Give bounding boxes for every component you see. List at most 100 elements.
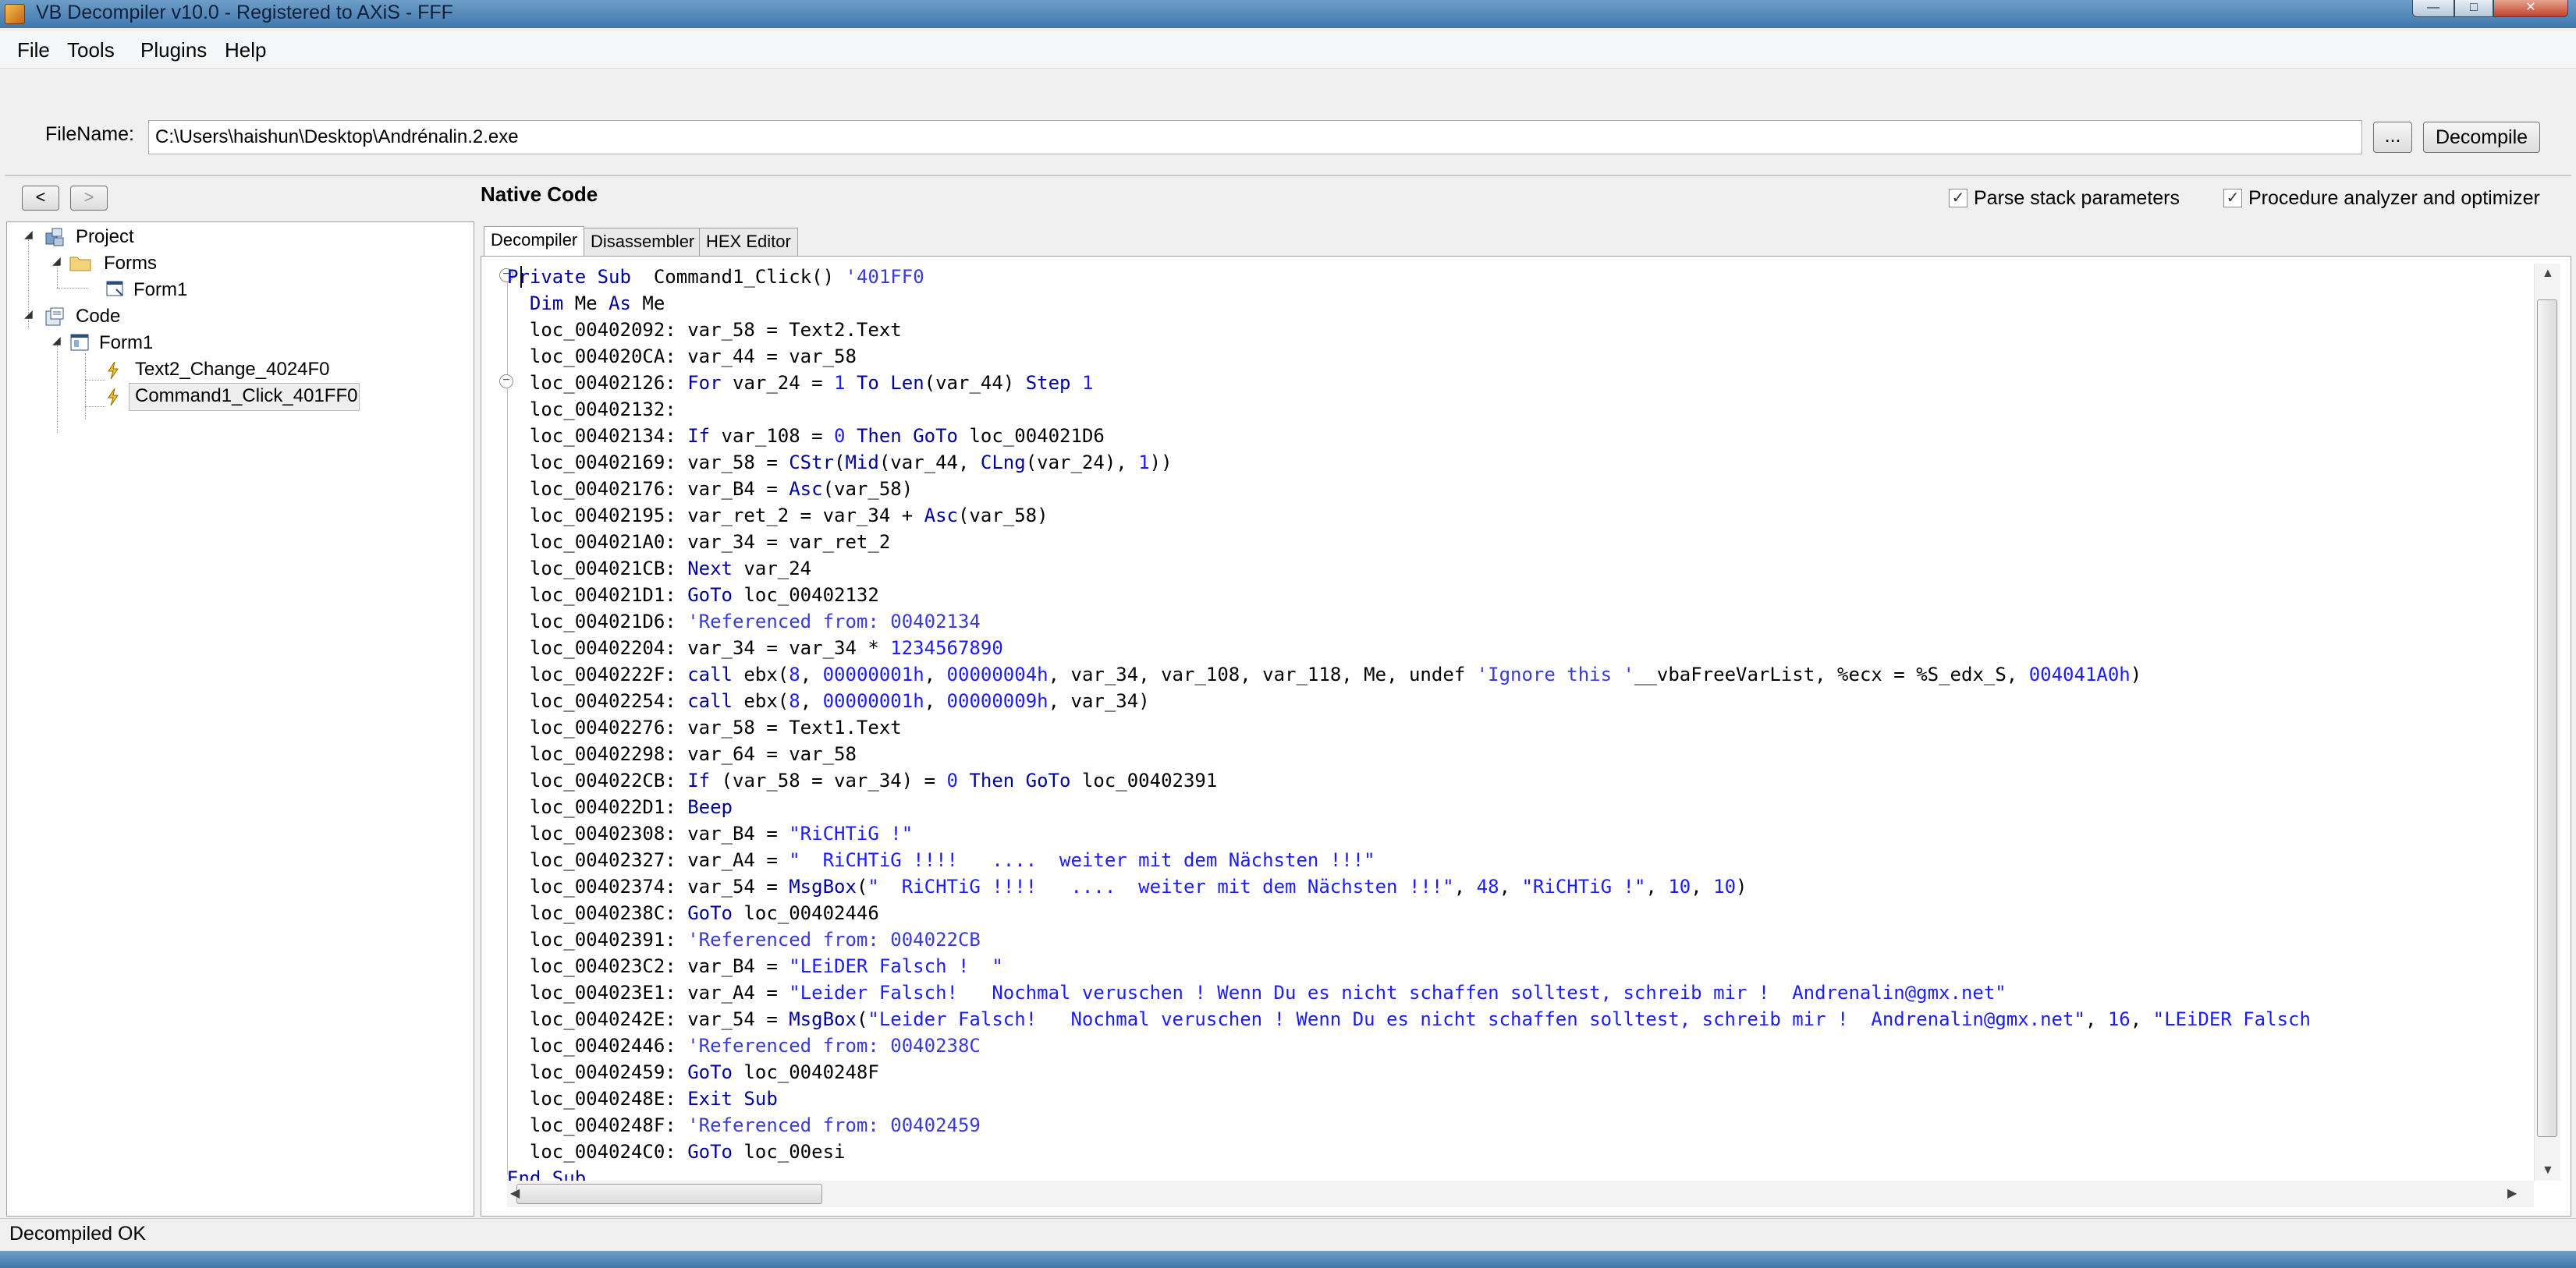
code-token: As <box>609 292 631 314</box>
tree-item-code[interactable]: Code <box>76 303 120 330</box>
procedure-analyzer-checkbox[interactable]: ✓ <box>2223 189 2242 207</box>
status-text: Decompiled OK <box>9 1223 147 1245</box>
code-line: loc_00402446: 'Referenced from: 0040238C <box>507 1032 981 1059</box>
code-token: Len <box>890 372 924 394</box>
expand-caret-icon[interactable]: ◢ <box>52 254 61 267</box>
code-token: loc_004021D6 <box>958 425 1105 447</box>
tree-item-project[interactable]: Project <box>76 224 134 250</box>
code-token: loc_00402276: var_58 = Text1.Text <box>507 717 902 738</box>
code-token: 00000004h <box>946 664 1048 685</box>
code-token: Then GoTo <box>957 770 1071 792</box>
code-token: (var_58) <box>957 505 1048 526</box>
code-token: 'Referenced from: 004022CB <box>687 929 981 951</box>
text-cursor <box>520 266 522 288</box>
tab-disassembler[interactable]: Disassembler <box>584 228 702 256</box>
code-token: loc_00402126: <box>507 372 688 394</box>
tree-item-forms[interactable]: Forms <box>104 250 157 277</box>
code-token: 00000009h <box>946 690 1048 712</box>
code-token: GoTo <box>687 584 733 606</box>
code-token: For <box>687 372 722 394</box>
horizontal-scroll-thumb[interactable] <box>516 1184 822 1204</box>
code-line: loc_00402298: var_64 = var_58 <box>507 741 857 767</box>
code-token: Private Sub <box>507 266 631 288</box>
code-token: loc_00402176: var_B4 = <box>507 478 789 500</box>
code-editor[interactable]: Private Sub Command1_Click() '401FF0 Dim… <box>507 264 2520 1192</box>
window-title: VB Decompiler v10.0 - Registered to AXiS… <box>36 2 453 23</box>
code-token: loc_004022CB: <box>507 770 688 792</box>
code-token: loc_00402132 <box>732 584 879 606</box>
menu-file[interactable]: File <box>12 37 55 63</box>
scroll-left-icon[interactable]: ◀ <box>510 1185 520 1201</box>
code-token: "Leider Falsch! Nochmal veruschen ! Wenn… <box>868 1008 2085 1030</box>
code-token: GoTo <box>687 902 733 924</box>
code-token: 004041A0h <box>2028 664 2131 685</box>
filename-label: FileName: <box>45 123 134 145</box>
expand-caret-icon[interactable]: ◢ <box>52 334 61 347</box>
code-token: "RiCHTiG !" <box>789 823 914 845</box>
code-token: loc_00402446: <box>507 1035 688 1057</box>
code-token: Asc <box>924 505 958 526</box>
code-token: Mid <box>845 452 879 473</box>
code-token: (var_24), <box>1025 452 1139 473</box>
expand-caret-icon[interactable]: ◢ <box>24 307 33 321</box>
code-token: loc_00402204: var_34 = var_34 * <box>507 637 891 659</box>
code-token: ( <box>856 1008 868 1030</box>
menu-tools[interactable]: Tools <box>62 37 119 63</box>
scroll-right-icon[interactable]: ▶ <box>2507 1185 2517 1201</box>
parse-stack-checkbox[interactable]: ✓ <box>1949 189 1967 207</box>
scroll-up-icon[interactable]: ▲ <box>2542 267 2554 281</box>
code-token: loc_004020CA: var_44 = var_58 <box>507 345 857 367</box>
code-token: var_108 = <box>710 425 835 447</box>
code-token: 0 <box>834 425 846 447</box>
minimize-button[interactable]: — <box>2412 0 2454 17</box>
tree-item-form1[interactable]: Form1 <box>133 277 187 303</box>
code-token: Me <box>630 292 665 314</box>
tree-item-text2-change[interactable]: Text2_Change_4024F0 <box>135 356 330 383</box>
code-line: loc_0040222F: call ebx(8, 00000001h, 000… <box>507 661 2141 688</box>
back-button[interactable]: < <box>22 186 59 211</box>
code-token: 'Referenced from: 00402459 <box>687 1114 981 1136</box>
parse-stack-label[interactable]: Parse stack parameters <box>1974 187 2180 210</box>
code-token: loc_0040248E: <box>507 1088 688 1110</box>
menu-plugins[interactable]: Plugins <box>136 37 211 63</box>
code-token: 'Ignore this ' <box>1476 664 1634 685</box>
code-token: loc_00402132: <box>507 398 676 420</box>
filename-input[interactable]: C:\Users\haishun\Desktop\Andrénalin.2.ex… <box>148 120 2362 154</box>
code-token: loc_0040248F: <box>507 1114 688 1136</box>
procedure-icon <box>105 361 124 380</box>
code-token: Then GoTo <box>845 425 958 447</box>
expand-caret-icon[interactable]: ◢ <box>24 228 33 241</box>
menu-help[interactable]: Help <box>220 37 271 63</box>
decompile-button[interactable]: Decompile <box>2423 122 2540 153</box>
forward-button[interactable]: > <box>70 186 108 211</box>
code-token: loc_00402134: <box>507 425 688 447</box>
section-title: Native Code <box>481 182 598 206</box>
code-token: loc_00402391: <box>507 929 688 951</box>
code-line: loc_00402254: call ebx(8, 00000001h, 000… <box>507 688 1150 714</box>
close-button[interactable]: ✕ <box>2493 0 2568 17</box>
code-token: 1 <box>834 372 846 394</box>
code-token: 16 <box>2107 1008 2131 1030</box>
code-token: 8 <box>789 664 800 685</box>
maximize-button[interactable]: □ <box>2454 0 2493 17</box>
code-token: , <box>2085 1008 2108 1030</box>
code-token: If <box>687 425 711 447</box>
code-line: loc_004022CB: If (var_58 = var_34) = 0 T… <box>507 767 1217 794</box>
vertical-scroll-thumb[interactable] <box>2537 299 2557 1137</box>
tab-decompiler[interactable]: Decompiler <box>484 226 585 256</box>
browse-button[interactable]: ... <box>2373 122 2412 153</box>
code-token: loc_00402092: var_58 = Text2.Text <box>507 319 902 341</box>
tree-item-code-form1[interactable]: Form1 <box>99 330 153 356</box>
tree-guide <box>85 353 86 419</box>
code-token: "LEiDER Falsch <box>2152 1008 2311 1030</box>
project-icon <box>44 227 64 246</box>
tree-item-command1-click[interactable]: Command1_Click_401FF0 <box>135 383 357 409</box>
procedure-analyzer-label[interactable]: Procedure analyzer and optimizer <box>2248 187 2540 210</box>
code-line: loc_004021CB: Next var_24 <box>507 555 811 582</box>
scroll-down-icon[interactable]: ▼ <box>2542 1164 2554 1178</box>
code-line: loc_004020CA: var_44 = var_58 <box>507 343 857 370</box>
code-token: call <box>687 690 733 712</box>
code-line: loc_0040248E: Exit Sub <box>507 1086 778 1112</box>
tab-hex-editor[interactable]: HEX Editor <box>699 228 798 256</box>
